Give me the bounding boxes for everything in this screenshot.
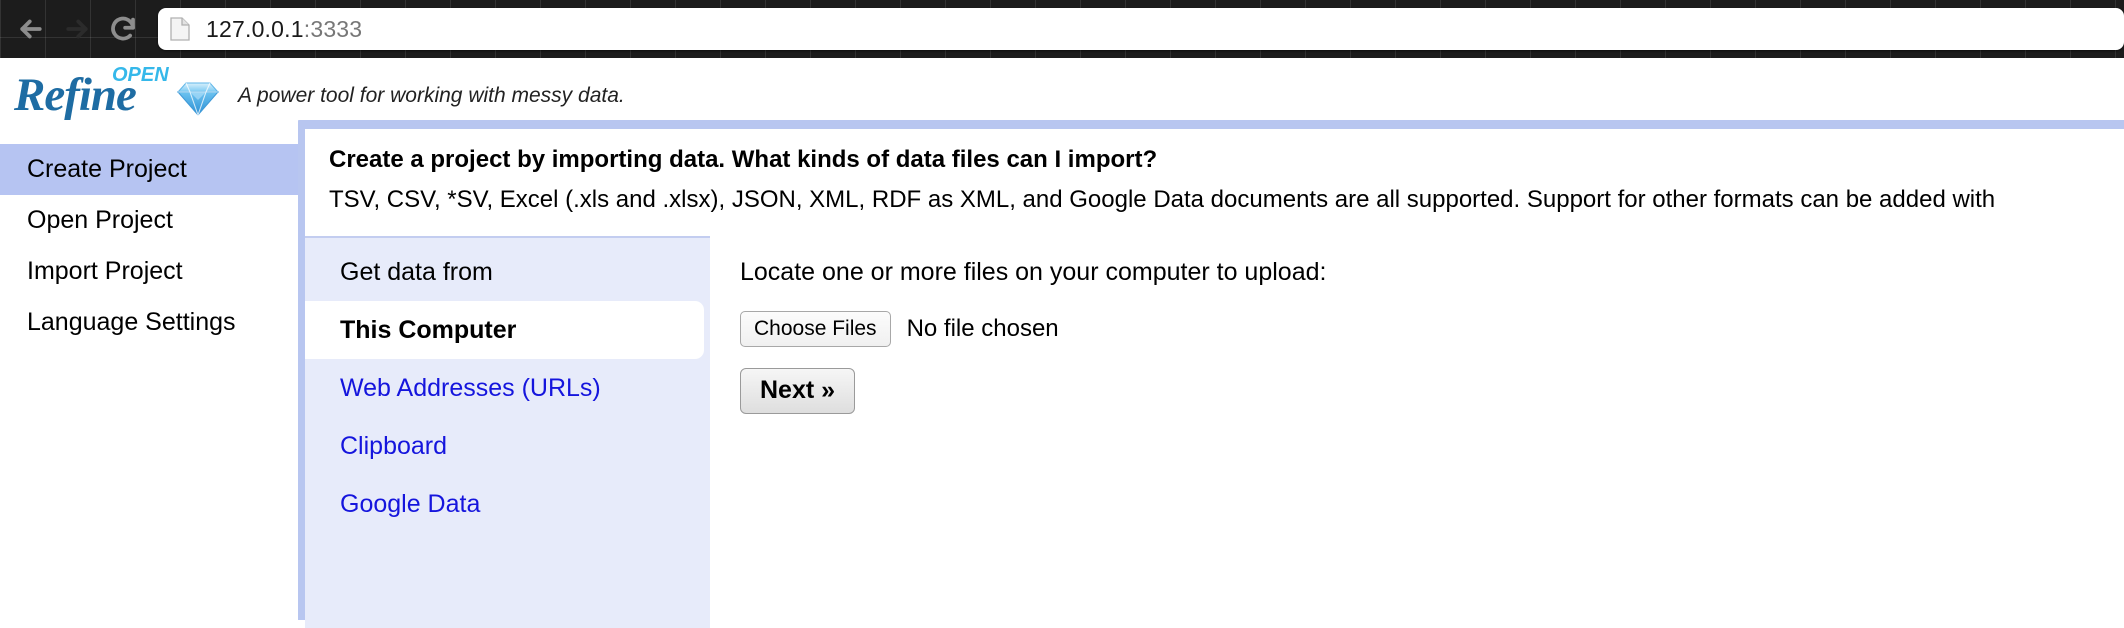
data-source-list: Get data from This Computer Web Addresse…	[305, 236, 710, 628]
sidebar-item-create-project[interactable]: Create Project	[0, 144, 298, 195]
data-source-heading: Get data from	[305, 243, 710, 301]
arrow-right-icon	[62, 14, 92, 44]
sidebar-item-language-settings[interactable]: Language Settings	[0, 297, 298, 348]
panel-description: TSV, CSV, *SV, Excel (.xls and .xlsx), J…	[329, 186, 1996, 213]
file-input-row: Choose Files No file chosen	[740, 311, 2124, 348]
openrefine-logo[interactable]: Refine OPEN	[14, 62, 222, 120]
panel-title: Create a project by importing data. What…	[329, 146, 1158, 173]
sidebar-item-import-project[interactable]: Import Project	[0, 246, 298, 297]
page-document-icon	[170, 17, 190, 41]
page-content: Refine OPEN A power tool for working wit…	[0, 58, 2124, 628]
site-tagline: A power tool for working with messy data…	[238, 84, 625, 107]
data-source-clipboard[interactable]: Clipboard	[305, 417, 710, 475]
sidebar-item-label: Language Settings	[27, 308, 236, 336]
data-source-web-addresses[interactable]: Web Addresses (URLs)	[305, 359, 710, 417]
panel-body: Get data from This Computer Web Addresse…	[305, 236, 2124, 628]
logo-open-text: OPEN	[112, 64, 169, 86]
url-port: :3333	[303, 15, 363, 42]
address-bar[interactable]: 127.0.0.1:3333	[158, 8, 2124, 50]
next-button[interactable]: Next »	[740, 368, 856, 414]
data-source-heading-label: Get data from	[340, 257, 493, 286]
data-source-label: Google Data	[340, 489, 481, 518]
reload-button[interactable]	[100, 6, 146, 52]
browser-toolbar: 127.0.0.1:3333	[0, 0, 2124, 58]
data-source-label: Clipboard	[340, 431, 448, 460]
address-bar-text: 127.0.0.1:3333	[206, 16, 362, 43]
main-area: Create Project Open Project Import Proje…	[0, 120, 2124, 628]
choose-files-button[interactable]: Choose Files	[740, 311, 891, 348]
panel-header: Create a project by importing data. What…	[305, 129, 2124, 214]
arrow-left-icon	[16, 14, 46, 44]
site-header: Refine OPEN A power tool for working wit…	[0, 58, 2124, 120]
sidebar-item-label: Import Project	[27, 257, 183, 285]
sidebar-item-label: Open Project	[27, 206, 173, 234]
forward-button[interactable]	[54, 6, 100, 52]
upload-instruction-label: Locate one or more files on your compute…	[740, 258, 1327, 286]
file-chosen-status: No file chosen	[906, 315, 1059, 343]
sidebar-nav: Create Project Open Project Import Proje…	[0, 120, 298, 628]
data-source-label: This Computer	[340, 315, 517, 344]
back-button[interactable]	[8, 6, 54, 52]
data-source-label: Web Addresses (URLs)	[340, 373, 601, 402]
reload-icon	[108, 14, 138, 44]
sidebar-item-open-project[interactable]: Open Project	[0, 195, 298, 246]
diamond-gem-icon	[172, 80, 224, 118]
create-project-panel: Create a project by importing data. What…	[296, 120, 2124, 628]
url-host: 127.0.0.1	[206, 15, 304, 42]
data-source-google-data[interactable]: Google Data	[305, 475, 710, 533]
file-upload-form: Locate one or more files on your compute…	[710, 236, 2124, 628]
sidebar-item-label: Create Project	[27, 155, 187, 183]
data-source-this-computer[interactable]: This Computer	[305, 301, 704, 359]
